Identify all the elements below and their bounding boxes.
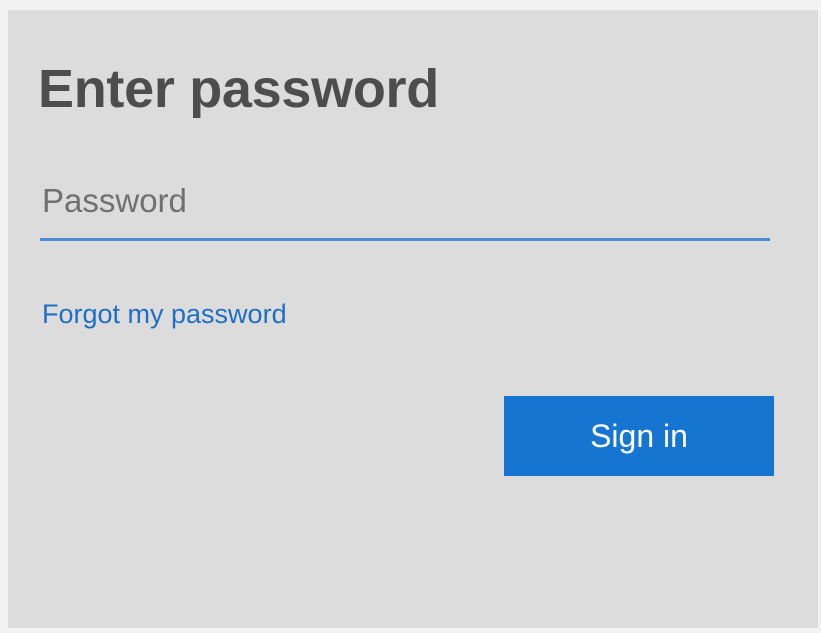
password-input[interactable] <box>40 175 770 241</box>
forgot-password-link[interactable]: Forgot my password <box>42 299 287 330</box>
page-title: Enter password <box>38 59 439 119</box>
sign-in-button[interactable]: Sign in <box>504 396 774 476</box>
password-field <box>40 175 770 241</box>
sign-in-panel: Enter password Forgot my password Sign i… <box>8 10 818 628</box>
